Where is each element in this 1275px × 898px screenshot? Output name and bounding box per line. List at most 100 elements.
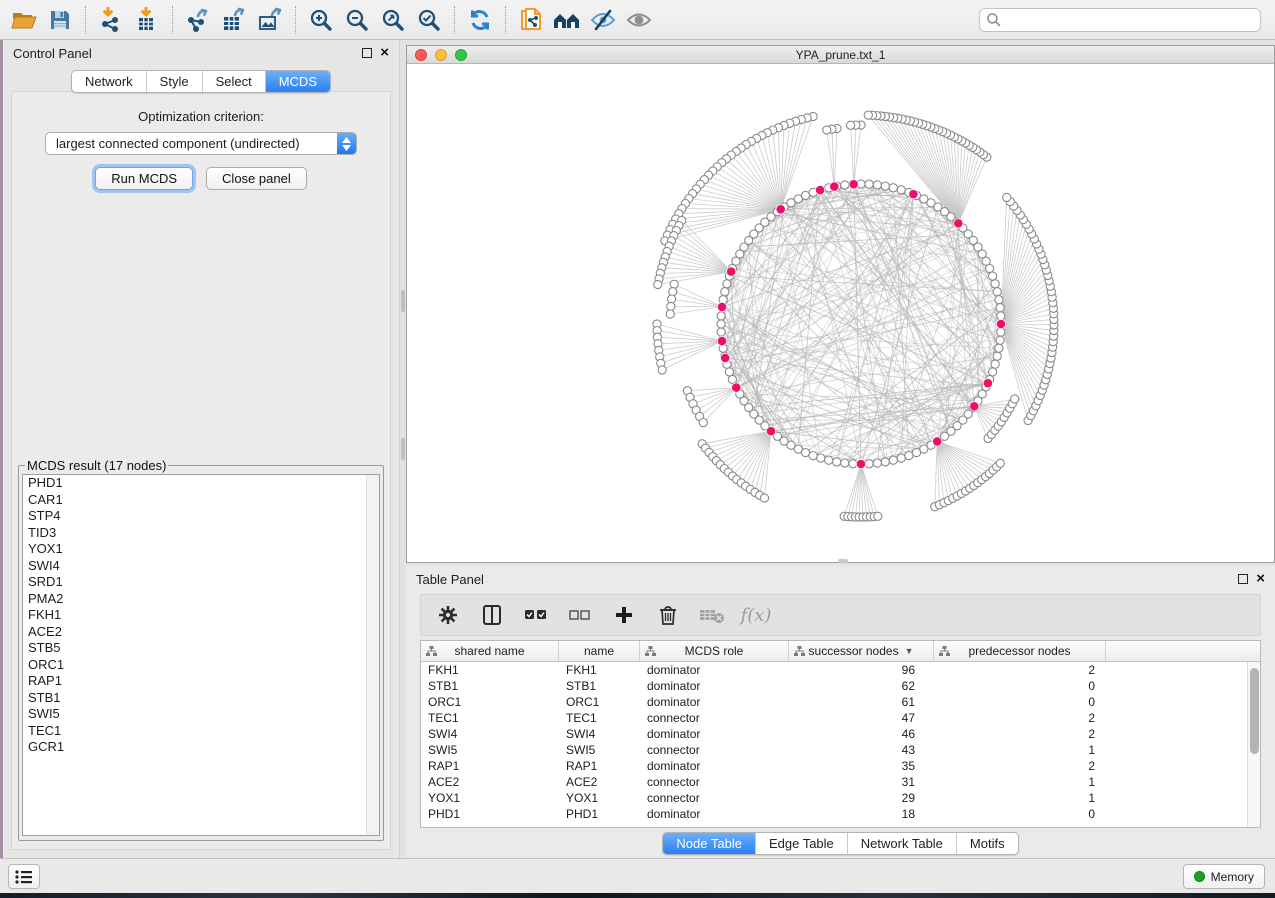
import-network-button[interactable] bbox=[93, 4, 129, 36]
network-node[interactable] bbox=[865, 180, 873, 188]
mcds-result-item[interactable]: TID3 bbox=[23, 525, 379, 542]
close-panel-icon[interactable]: × bbox=[1256, 574, 1265, 584]
network-node[interactable] bbox=[849, 460, 857, 468]
network-node[interactable] bbox=[1003, 193, 1011, 201]
export-image-button[interactable] bbox=[252, 4, 288, 36]
open-file-button[interactable] bbox=[6, 4, 42, 36]
network-node[interactable] bbox=[667, 302, 675, 310]
network-node[interactable] bbox=[897, 454, 905, 462]
network-node[interactable] bbox=[823, 126, 831, 134]
column-header-predecessor-nodes[interactable]: predecessor nodes bbox=[934, 641, 1106, 661]
network-node[interactable] bbox=[881, 458, 889, 466]
network-node[interactable] bbox=[889, 184, 897, 192]
table-scrollbar[interactable] bbox=[1247, 662, 1260, 827]
apply-layout-button[interactable] bbox=[462, 4, 498, 36]
zoom-selected-button[interactable] bbox=[411, 4, 447, 36]
show-all-button[interactable] bbox=[621, 4, 657, 36]
first-neighbors-button[interactable] bbox=[549, 4, 585, 36]
network-node[interactable] bbox=[881, 182, 889, 190]
network-node[interactable] bbox=[817, 454, 825, 462]
table-row[interactable]: PHD1PHD1dominator180 bbox=[421, 806, 1260, 822]
network-node[interactable] bbox=[864, 111, 872, 119]
run-mcds-button[interactable]: Run MCDS bbox=[95, 167, 193, 190]
create-column-button[interactable] bbox=[609, 600, 639, 630]
tab-motifs[interactable]: Motifs bbox=[956, 833, 1018, 854]
network-node[interactable] bbox=[997, 328, 1005, 336]
dominator-node[interactable] bbox=[856, 459, 865, 468]
network-node[interactable] bbox=[825, 456, 833, 464]
export-network-button[interactable] bbox=[180, 4, 216, 36]
mcds-result-list[interactable]: PHD1CAR1STP4TID3YOX1SWI4SRD1PMA2FKH1ACE2… bbox=[22, 474, 380, 836]
network-node[interactable] bbox=[801, 191, 809, 199]
float-panel-icon[interactable] bbox=[362, 48, 372, 58]
network-node[interactable] bbox=[897, 186, 905, 194]
table-row[interactable]: ORC1ORC1dominator610 bbox=[421, 694, 1260, 710]
mcds-result-item[interactable]: GCR1 bbox=[23, 739, 379, 756]
table-row[interactable]: SWI5SWI5connector431 bbox=[421, 742, 1260, 758]
network-node[interactable] bbox=[873, 459, 881, 467]
dominator-node[interactable] bbox=[996, 319, 1005, 328]
table-row[interactable]: TEC1TEC1connector472 bbox=[421, 710, 1260, 726]
dominator-node[interactable] bbox=[776, 205, 785, 214]
network-node[interactable] bbox=[991, 280, 999, 288]
mcds-result-item[interactable]: CAR1 bbox=[23, 492, 379, 509]
column-header-name[interactable]: name bbox=[559, 641, 640, 661]
network-node[interactable] bbox=[654, 280, 662, 288]
mcds-result-item[interactable]: STP4 bbox=[23, 508, 379, 525]
table-row[interactable]: SWI4SWI4dominator462 bbox=[421, 726, 1260, 742]
network-node[interactable] bbox=[717, 312, 725, 320]
delete-columns-button[interactable] bbox=[653, 600, 683, 630]
dominator-node[interactable] bbox=[909, 190, 918, 199]
network-node[interactable] bbox=[873, 181, 881, 189]
dominator-node[interactable] bbox=[732, 383, 741, 392]
network-node[interactable] bbox=[997, 312, 1005, 320]
network-node[interactable] bbox=[912, 449, 920, 457]
tab-edge-table[interactable]: Edge Table bbox=[755, 833, 847, 854]
network-node[interactable] bbox=[841, 459, 849, 467]
mcds-result-item[interactable]: PHD1 bbox=[23, 475, 379, 492]
network-node[interactable] bbox=[723, 280, 731, 288]
zoom-in-button[interactable] bbox=[303, 4, 339, 36]
task-history-button[interactable] bbox=[8, 864, 40, 889]
splitter-handle[interactable] bbox=[401, 290, 405, 312]
table-row[interactable]: YOX1YOX1connector291 bbox=[421, 790, 1260, 806]
dominator-node[interactable] bbox=[983, 379, 992, 388]
tab-select[interactable]: Select bbox=[202, 71, 265, 92]
close-panel-button[interactable]: Close panel bbox=[206, 167, 307, 190]
splitter-handle[interactable] bbox=[401, 438, 405, 460]
tab-network-table[interactable]: Network Table bbox=[847, 833, 956, 854]
mcds-result-item[interactable]: YOX1 bbox=[23, 541, 379, 558]
dominator-node[interactable] bbox=[717, 336, 726, 345]
network-node[interactable] bbox=[760, 494, 768, 502]
mcds-result-item[interactable]: STB5 bbox=[23, 640, 379, 657]
network-node[interactable] bbox=[809, 452, 817, 460]
table-row[interactable]: FKH1FKH1dominator962 bbox=[421, 662, 1260, 678]
zoom-out-button[interactable] bbox=[339, 4, 375, 36]
network-node[interactable] bbox=[728, 375, 736, 383]
network-node[interactable] bbox=[721, 288, 729, 296]
mcds-result-item[interactable]: FKH1 bbox=[23, 607, 379, 624]
dominator-node[interactable] bbox=[717, 302, 726, 311]
network-node[interactable] bbox=[995, 296, 1003, 304]
network-node[interactable] bbox=[993, 288, 1001, 296]
network-node[interactable] bbox=[670, 280, 678, 288]
dominator-node[interactable] bbox=[954, 219, 963, 228]
mcds-result-item[interactable]: ACE2 bbox=[23, 624, 379, 641]
mcds-result-item[interactable]: RAP1 bbox=[23, 673, 379, 690]
dominator-node[interactable] bbox=[970, 402, 979, 411]
select-all-columns-button[interactable] bbox=[521, 600, 551, 630]
column-header-successor-nodes[interactable]: successor nodes▼ bbox=[789, 641, 934, 661]
table-scrollbar-thumb[interactable] bbox=[1250, 668, 1259, 754]
network-node[interactable] bbox=[717, 328, 725, 336]
network-node[interactable] bbox=[658, 366, 666, 374]
table-row[interactable]: STB1STB1dominator620 bbox=[421, 678, 1260, 694]
tab-style[interactable]: Style bbox=[146, 71, 202, 92]
hide-selected-button[interactable] bbox=[585, 4, 621, 36]
network-node[interactable] bbox=[874, 512, 882, 520]
table-row[interactable]: ACE2ACE2connector311 bbox=[421, 774, 1260, 790]
network-node[interactable] bbox=[993, 352, 1001, 360]
new-network-from-selection-button[interactable] bbox=[513, 4, 549, 36]
dominator-node[interactable] bbox=[933, 437, 942, 446]
network-node[interactable] bbox=[996, 336, 1004, 344]
column-header-MCDS-role[interactable]: MCDS role bbox=[640, 641, 789, 661]
